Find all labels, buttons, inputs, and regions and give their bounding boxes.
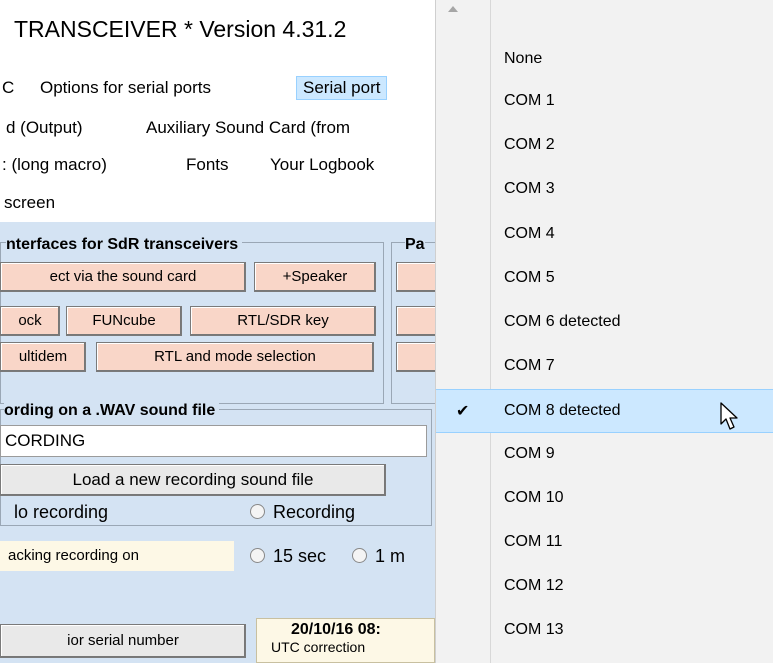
menu-item-label: COM 9 bbox=[504, 445, 555, 462]
menu-item-label: COM 1 bbox=[504, 92, 555, 109]
menu-item-com13[interactable]: COM 13 bbox=[436, 609, 773, 651]
menu-item-c[interactable]: C bbox=[2, 78, 14, 98]
menu-item-com6[interactable]: COM 6 detected bbox=[436, 301, 773, 343]
tracking-recording-label: acking recording on bbox=[0, 541, 234, 571]
scroll-up-arrow-icon[interactable] bbox=[448, 6, 458, 12]
clock-button[interactable]: ock bbox=[0, 306, 60, 336]
menu-row-1: C Options for serial ports Serial port bbox=[0, 76, 435, 104]
multidem-button[interactable]: ultidem bbox=[0, 342, 86, 372]
menu-item-com12[interactable]: COM 12 bbox=[436, 565, 773, 607]
menu-item-com11[interactable]: COM 11 bbox=[436, 521, 773, 563]
menu-item-auxiliary-sound-card[interactable]: Auxiliary Sound Card (from bbox=[146, 118, 350, 138]
menu-item-com4[interactable]: COM 4 bbox=[436, 213, 773, 255]
1-min-label: 1 m bbox=[375, 546, 406, 566]
option-15-sec[interactable]: 15 sec bbox=[250, 546, 326, 567]
menu-item-none[interactable]: None bbox=[436, 38, 773, 80]
menu-item-label: COM 11 bbox=[504, 533, 563, 550]
recording-radio-icon[interactable] bbox=[250, 504, 265, 519]
serial-port-dropdown: None COM 1 COM 2 COM 3 COM 4 COM 5 COM 6… bbox=[435, 0, 773, 663]
15-sec-radio-icon[interactable] bbox=[250, 548, 265, 563]
utc-box: 20/10/16 08: UTC correction bbox=[256, 618, 435, 663]
menu-item-com3[interactable]: COM 3 bbox=[436, 168, 773, 210]
menu-item-label: COM 4 bbox=[504, 225, 555, 242]
menu-item-label: COM 6 detected bbox=[504, 313, 621, 330]
recording-label: Recording bbox=[273, 502, 356, 522]
menu-item-label: COM 3 bbox=[504, 180, 555, 197]
no-recording-option[interactable]: lo recording bbox=[14, 502, 108, 523]
menu-item-com1[interactable]: COM 1 bbox=[436, 80, 773, 122]
recording-option[interactable]: Recording bbox=[250, 502, 355, 523]
menu-row-3: : (long macro) Fonts Your Logbook bbox=[0, 155, 435, 181]
right-group-button-3[interactable] bbox=[396, 342, 435, 372]
menu-item-label: COM 8 detected bbox=[504, 402, 621, 419]
menu-item-label: COM 13 bbox=[504, 621, 564, 638]
15-sec-label: 15 sec bbox=[273, 546, 327, 566]
mouse-pointer-icon bbox=[720, 402, 738, 430]
menu-item-screen[interactable]: screen bbox=[4, 193, 55, 213]
serial-number-button[interactable]: ior serial number bbox=[0, 624, 246, 658]
menu-item-output[interactable]: d (Output) bbox=[6, 118, 83, 138]
menu-item-label: COM 12 bbox=[504, 577, 564, 594]
no-recording-label: lo recording bbox=[14, 502, 109, 522]
checkmark-icon: ✔ bbox=[456, 403, 470, 420]
menu-item-com5[interactable]: COM 5 bbox=[436, 257, 773, 299]
window-title: TRANSCEIVER * Version 4.31.2 bbox=[14, 16, 347, 42]
menu-item-options-serial-ports[interactable]: Options for serial ports bbox=[40, 78, 211, 98]
menu-row-4: screen bbox=[0, 193, 435, 219]
datetime-display: 20/10/16 08: bbox=[291, 621, 381, 638]
recording-group-title: ording on a .WAV sound file bbox=[4, 402, 220, 420]
1-min-radio-icon[interactable] bbox=[352, 548, 367, 563]
menu-item-label: COM 2 bbox=[504, 136, 555, 153]
recording-file-field[interactable]: CORDING bbox=[0, 425, 427, 457]
utc-correction-label: UTC correction bbox=[271, 639, 366, 655]
sdr-group-title: nterfaces for SdR transceivers bbox=[6, 236, 243, 254]
menu-item-com10[interactable]: COM 10 bbox=[436, 477, 773, 519]
menu-item-label: COM 10 bbox=[504, 489, 564, 506]
rtl-sdr-key-button[interactable]: RTL/SDR key bbox=[190, 306, 376, 336]
menu-item-fonts[interactable]: Fonts bbox=[186, 155, 229, 175]
right-group-button-2[interactable] bbox=[396, 306, 435, 336]
option-1-min[interactable]: 1 m bbox=[352, 546, 405, 567]
load-recording-button[interactable]: Load a new recording sound file bbox=[0, 464, 386, 496]
menu-item-label: None bbox=[504, 50, 543, 67]
speaker-button[interactable]: +Speaker bbox=[254, 262, 376, 292]
settings-panel: nterfaces for SdR transceivers ect via t… bbox=[0, 222, 435, 663]
menu-item-com7[interactable]: COM 7 bbox=[436, 345, 773, 387]
right-group-button-1[interactable] bbox=[396, 262, 435, 292]
menu-item-serial-port[interactable]: Serial port bbox=[296, 76, 388, 100]
transceiver-window: TRANSCEIVER * Version 4.31.2 C Options f… bbox=[0, 0, 435, 663]
menu-item-label: COM 7 bbox=[504, 357, 555, 374]
menu-item-label: COM 5 bbox=[504, 269, 555, 286]
rtl-mode-selection-button[interactable]: RTL and mode selection bbox=[96, 342, 374, 372]
menu-item-long-macro[interactable]: : (long macro) bbox=[2, 155, 107, 175]
funcube-button[interactable]: FUNcube bbox=[66, 306, 182, 336]
menu-item-your-logbook[interactable]: Your Logbook bbox=[270, 155, 374, 175]
menu-item-com2[interactable]: COM 2 bbox=[436, 124, 773, 166]
menu-row-2: d (Output) Auxiliary Sound Card (from bbox=[0, 118, 435, 144]
right-group-title: Pa bbox=[405, 236, 425, 254]
menu-item-com9[interactable]: COM 9 bbox=[436, 433, 773, 475]
connect-sound-card-button[interactable]: ect via the sound card bbox=[0, 262, 246, 292]
